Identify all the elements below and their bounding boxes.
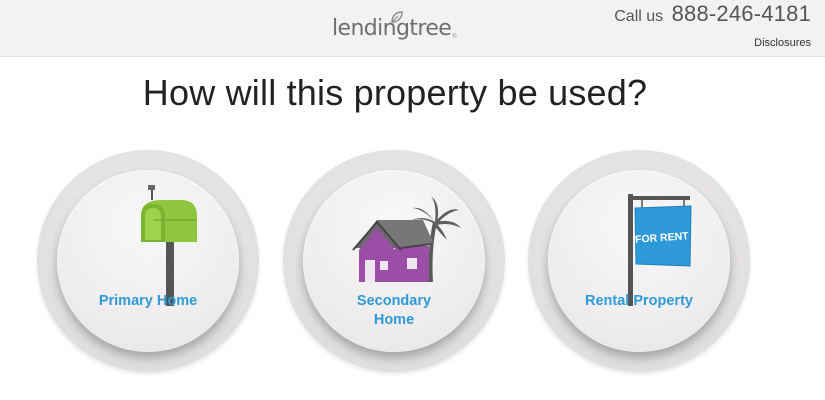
- option-label-line-2: Home: [373, 312, 415, 328]
- trademark-mark: ®: [452, 34, 457, 40]
- option-secondary-home-label: Secondary Home: [303, 292, 485, 330]
- mailbox-icon: [141, 185, 197, 306]
- leaf-icon: [391, 11, 403, 23]
- option-label-line: Rental Property: [585, 293, 693, 309]
- option-primary-home-inner: Primary Home: [57, 170, 239, 352]
- option-rental-property-label: Rental Property: [548, 292, 730, 311]
- option-label-line-1: Secondary: [356, 293, 432, 309]
- phone-number[interactable]: 888-246-4181: [672, 1, 811, 26]
- header-bar: lendingtree ® Call us 888-246-4181 Discl…: [0, 0, 825, 57]
- option-primary-home[interactable]: Primary Home: [37, 150, 259, 372]
- option-rental-property[interactable]: FOR RENT Rental Property: [528, 150, 750, 372]
- call-us: Call us 888-246-4181: [614, 1, 811, 27]
- disclosures-link[interactable]: Disclosures: [754, 37, 811, 49]
- page-question: How will this property be used?: [142, 72, 648, 113]
- lendingtree-logo[interactable]: lendingtree ®: [332, 11, 457, 44]
- option-label-line: Primary Home: [98, 293, 198, 309]
- option-primary-home-label: Primary Home: [57, 292, 239, 311]
- option-secondary-home[interactable]: Secondary Home: [283, 150, 505, 372]
- option-rental-property-inner: FOR RENT Rental Property: [548, 170, 730, 352]
- for-rent-sign-icon: FOR RENT: [628, 194, 692, 306]
- option-secondary-home-inner: Secondary Home: [303, 170, 485, 352]
- call-us-label: Call us: [614, 8, 664, 25]
